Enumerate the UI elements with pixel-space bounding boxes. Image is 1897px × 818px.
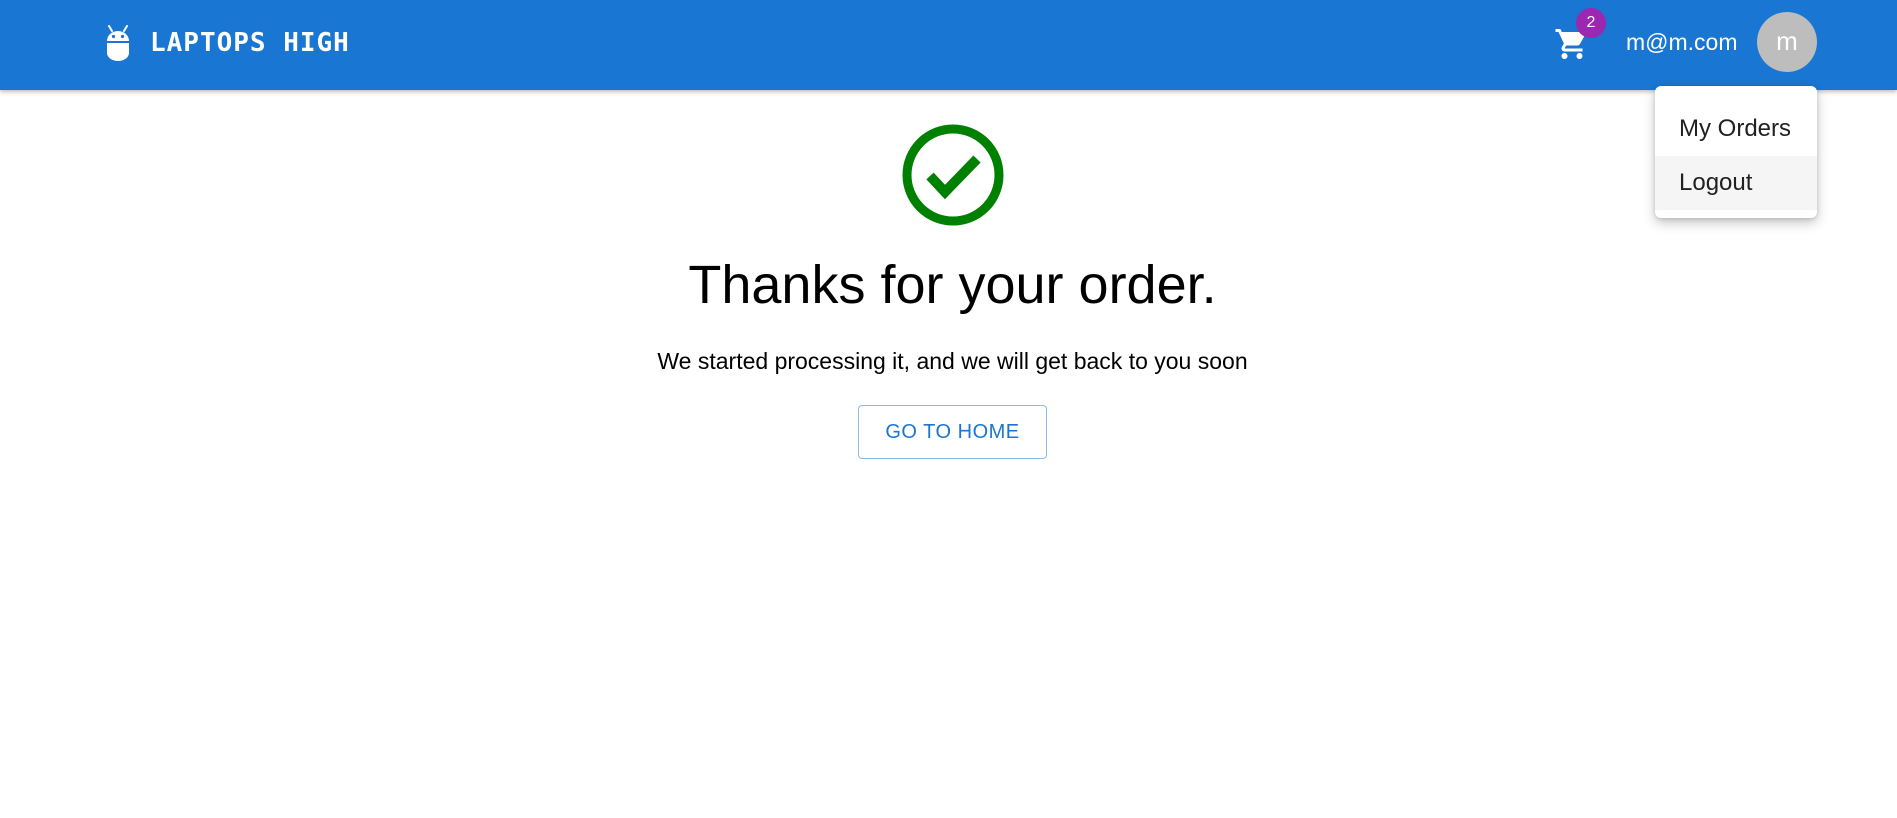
- brand[interactable]: LAPTOPS HIGH: [104, 22, 350, 64]
- user-email: m@m.com: [1626, 29, 1738, 55]
- check-circle-icon: [902, 124, 1004, 226]
- cart-button[interactable]: 2: [1552, 8, 1606, 66]
- brand-title: LAPTOPS HIGH: [150, 28, 350, 58]
- menu-item-my-orders[interactable]: My Orders: [1655, 102, 1817, 156]
- go-to-home-button[interactable]: GO TO HOME: [858, 405, 1047, 459]
- user-menu: My Orders Logout: [1655, 86, 1817, 218]
- confirmation-message: We started processing it, and we will ge…: [657, 348, 1248, 374]
- app-bar: LAPTOPS HIGH 2 m@m.com m: [0, 0, 1897, 90]
- android-icon: [104, 25, 132, 61]
- cart-count-badge: 2: [1576, 8, 1606, 38]
- avatar-button[interactable]: m: [1757, 12, 1817, 72]
- menu-item-logout[interactable]: Logout: [1655, 156, 1817, 210]
- page-title: Thanks for your order.: [688, 255, 1217, 315]
